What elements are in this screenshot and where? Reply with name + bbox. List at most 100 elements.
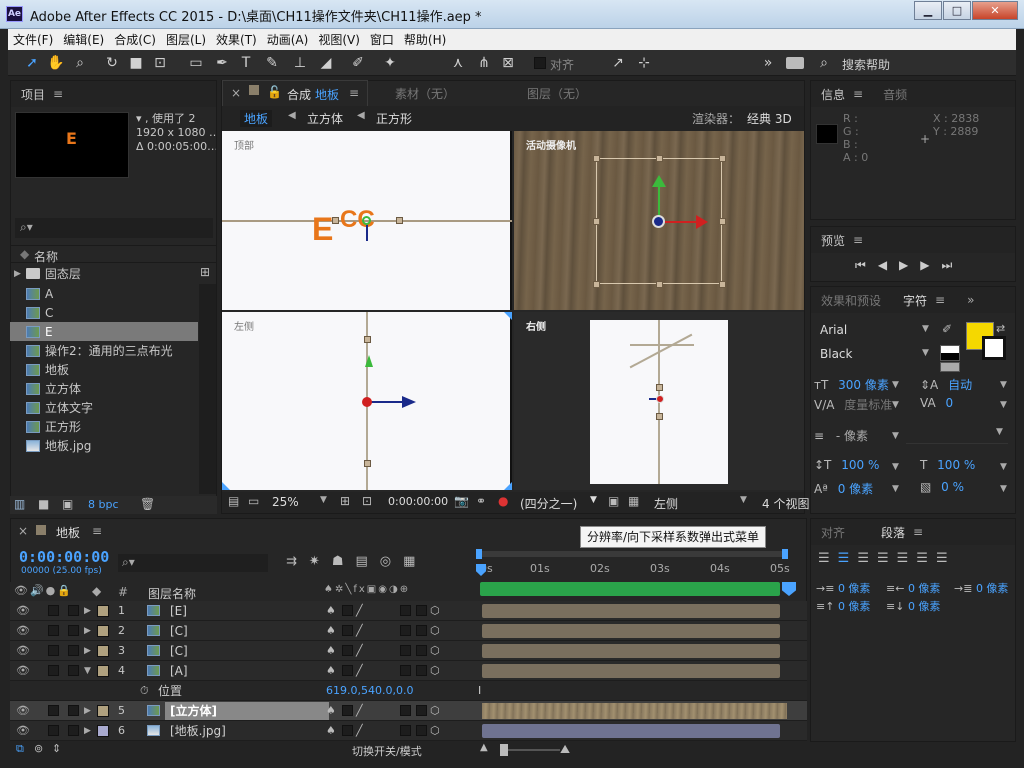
first-line-indent-value[interactable]: 0 像素 bbox=[976, 582, 1009, 595]
align-right-icon[interactable]: ☰ bbox=[857, 551, 877, 566]
expand-toolbar-icon[interactable]: » bbox=[758, 53, 778, 73]
timeline-timecode[interactable]: 0:00:00:00 bbox=[19, 548, 109, 566]
trash-icon[interactable]: 🗑 bbox=[140, 497, 155, 511]
tab-footage[interactable]: 素材（无） bbox=[395, 85, 455, 102]
brush-tool-icon[interactable]: ✎ bbox=[262, 53, 282, 73]
active-view-dropdown-icon[interactable]: ▼ bbox=[740, 495, 747, 505]
transform-handle[interactable] bbox=[332, 217, 339, 224]
solo-toggle[interactable] bbox=[48, 645, 59, 656]
timeline-tab[interactable]: × 地板 ≡ bbox=[12, 520, 112, 544]
transform-handle[interactable] bbox=[593, 281, 600, 288]
tab-composition[interactable]: × 🔓 合成 地板 ≡ bbox=[222, 80, 368, 106]
adjustment-switch[interactable] bbox=[416, 725, 427, 736]
timeline-search-field[interactable]: ⌕▾ bbox=[118, 554, 268, 572]
pen-tool-icon[interactable]: ✒ bbox=[212, 53, 232, 73]
layer-duration-bar[interactable] bbox=[482, 604, 780, 618]
new-composition-icon[interactable]: ▣ bbox=[62, 497, 73, 511]
transform-handle[interactable] bbox=[396, 217, 403, 224]
toggle-switches-modes[interactable]: 切换开关/模式 bbox=[352, 743, 422, 759]
play-icon[interactable]: ▶ bbox=[899, 258, 920, 272]
viewport-active-camera[interactable]: 活动摄像机 bbox=[514, 131, 804, 310]
work-area-start-handle[interactable] bbox=[476, 549, 482, 559]
transform-handle[interactable] bbox=[656, 413, 663, 420]
baseline-shift-value[interactable]: 0 像素 bbox=[838, 482, 873, 496]
type-tool-icon[interactable]: T bbox=[236, 53, 256, 73]
transform-handle[interactable] bbox=[593, 155, 600, 162]
layer-name[interactable]: [立方体] bbox=[170, 702, 217, 719]
snap-icon[interactable]: ↗ bbox=[608, 53, 628, 73]
z-axis-arrow[interactable] bbox=[369, 401, 405, 403]
minimize-button[interactable]: ▁ bbox=[914, 1, 942, 20]
justify-all-icon[interactable]: ☰ bbox=[936, 551, 956, 566]
align-left-icon[interactable]: ☰ bbox=[818, 551, 838, 566]
stroke-style-dropdown[interactable]: ▼ bbox=[906, 426, 1008, 444]
visibility-eye-icon[interactable]: 👁 bbox=[16, 624, 30, 637]
adjustment-switch[interactable] bbox=[416, 665, 427, 676]
view-axis-icon[interactable]: ⊠ bbox=[498, 53, 518, 73]
layer-name[interactable]: [C] bbox=[170, 644, 188, 658]
world-axis-icon[interactable]: ⋔ bbox=[474, 53, 494, 73]
transform-handle[interactable] bbox=[593, 218, 600, 225]
panel-menu-icon[interactable]: ≡ bbox=[53, 87, 63, 101]
menu-help[interactable]: 帮助(H) bbox=[399, 31, 451, 48]
collapse-switch[interactable] bbox=[342, 645, 353, 656]
zoom-slider-handle[interactable] bbox=[500, 744, 508, 756]
timeline-zoom-slider[interactable] bbox=[500, 749, 560, 751]
adjustment-switch[interactable] bbox=[416, 625, 427, 636]
solo-toggle[interactable] bbox=[48, 725, 59, 736]
eraser-tool-icon[interactable]: ◢ bbox=[316, 53, 336, 73]
motion-blur-icon[interactable]: ◎ bbox=[380, 554, 403, 569]
hand-tool-icon[interactable]: ✋ bbox=[46, 53, 66, 73]
project-item[interactable]: 操作2：通用的三点布光 bbox=[10, 341, 198, 360]
dropdown-arrow-icon[interactable]: ▼ bbox=[892, 484, 899, 494]
camera-tool-icon[interactable]: ■ bbox=[126, 53, 146, 73]
zoom-dropdown-icon[interactable]: ▼ bbox=[320, 495, 327, 505]
first-frame-icon[interactable]: ⏮ bbox=[855, 258, 878, 272]
transform-handle[interactable] bbox=[656, 384, 663, 391]
label-color-swatch[interactable] bbox=[97, 664, 109, 677]
project-search-field[interactable]: ⌕▾ bbox=[15, 218, 213, 238]
zoom-in-icon[interactable]: ⛰ bbox=[560, 742, 570, 757]
quality-switch-icon[interactable]: ╱ bbox=[356, 724, 363, 737]
label-color-swatch[interactable] bbox=[97, 604, 109, 617]
3d-layer-icon[interactable]: ⬡ bbox=[430, 724, 440, 737]
leading-value[interactable]: 自动 bbox=[948, 378, 972, 392]
dropdown-arrow-icon[interactable]: ▼ bbox=[1000, 462, 1007, 472]
layer-name-column[interactable]: 图层名称 bbox=[148, 585, 196, 602]
transform-handle[interactable] bbox=[656, 281, 663, 288]
previous-frame-icon[interactable]: ◀ bbox=[878, 258, 899, 272]
expand-triangle-icon[interactable]: ▶ bbox=[84, 726, 91, 736]
workspace-icon[interactable] bbox=[786, 57, 804, 69]
resolution-dropdown-icon[interactable]: ▼ bbox=[590, 495, 597, 505]
z-axis-handle[interactable] bbox=[652, 215, 665, 228]
name-column-label[interactable]: 名称 bbox=[34, 248, 58, 265]
dropdown-arrow-icon[interactable]: ▼ bbox=[1000, 484, 1007, 494]
indent-left-value[interactable]: 0 像素 bbox=[838, 582, 871, 595]
project-item-folder[interactable]: ▶ 固态层 bbox=[10, 264, 198, 283]
graph-editor-icon[interactable]: ▦ bbox=[403, 554, 427, 569]
justify-right-icon[interactable]: ☰ bbox=[916, 551, 936, 566]
menu-animation[interactable]: 动画(A) bbox=[262, 31, 314, 48]
quality-switch-icon[interactable]: ╱ bbox=[356, 704, 363, 717]
fast-previews-icon[interactable]: ▣ bbox=[608, 494, 619, 508]
transform-handle[interactable] bbox=[656, 155, 663, 162]
panel-menu-icon[interactable]: ≡ bbox=[349, 86, 359, 100]
maximize-button[interactable]: □ bbox=[943, 1, 971, 20]
search-help-input[interactable]: 搜索帮助 bbox=[842, 56, 890, 73]
menu-view[interactable]: 视图(V) bbox=[313, 31, 365, 48]
view-layout-dropdown[interactable]: 4 个视图 bbox=[762, 495, 809, 512]
viewport-right[interactable]: 右侧 bbox=[514, 312, 804, 490]
quality-switch-icon[interactable]: ╱ bbox=[356, 644, 363, 657]
layer-duration-bar[interactable] bbox=[482, 624, 780, 638]
layer-name[interactable]: [E] bbox=[170, 604, 187, 618]
indent-right-value[interactable]: 0 像素 bbox=[908, 582, 941, 595]
project-item[interactable]: 正方形 bbox=[10, 417, 198, 436]
visibility-eye-icon[interactable]: 👁 bbox=[16, 644, 30, 657]
lock-toggle[interactable] bbox=[68, 705, 79, 716]
toggle-switches-icon[interactable]: ⧉ bbox=[16, 742, 24, 756]
lock-toggle[interactable] bbox=[68, 645, 79, 656]
expand-triangle-icon[interactable]: ▶ bbox=[84, 646, 91, 656]
black-white-swatch[interactable] bbox=[940, 345, 960, 361]
label-color-swatch[interactable] bbox=[97, 644, 109, 657]
label-color-swatch[interactable] bbox=[97, 724, 109, 737]
